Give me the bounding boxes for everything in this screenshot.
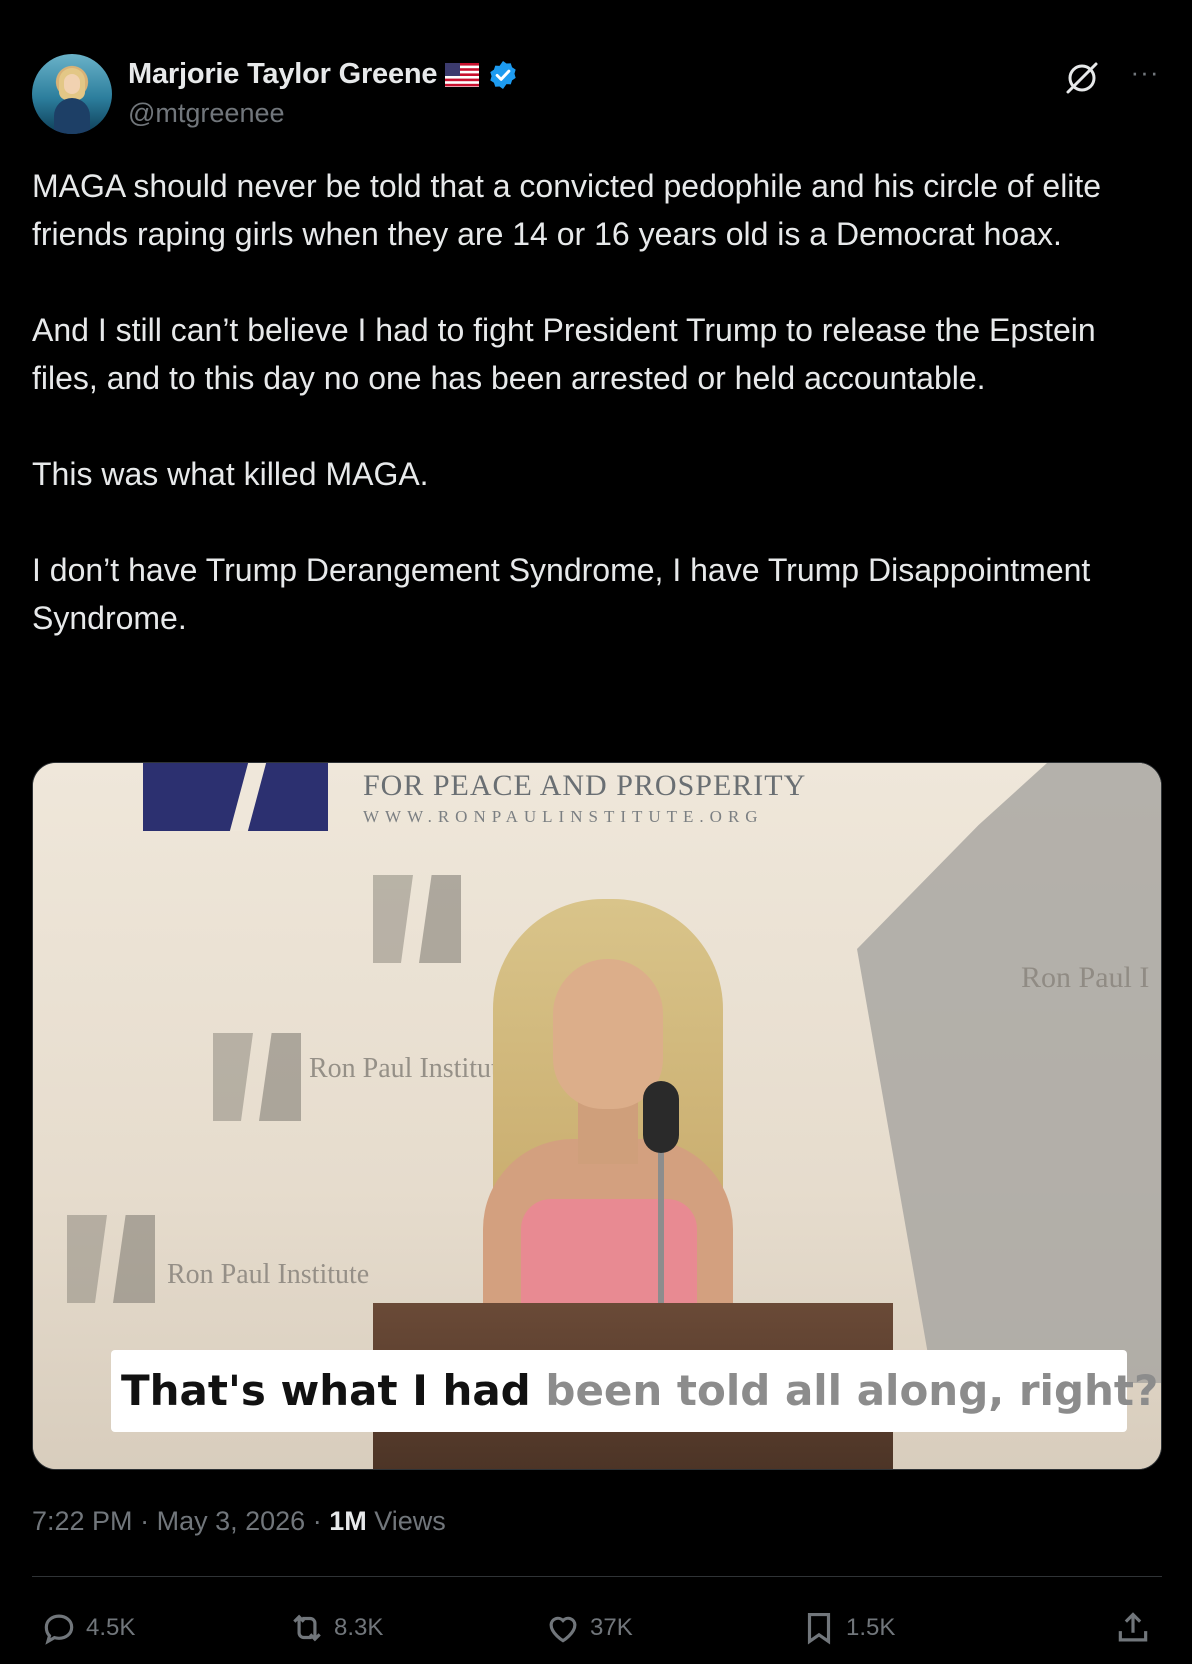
repost-count: 8.3K: [334, 1614, 384, 1641]
views-count: 1M: [329, 1506, 367, 1536]
more-options-icon[interactable]: ···: [1128, 59, 1162, 92]
us-flag-icon: [445, 62, 480, 87]
verified-badge-icon[interactable]: [487, 59, 519, 91]
ghost-label: Ron Paul I: [1021, 961, 1150, 994]
caption-spoken: That's what I had: [121, 1366, 546, 1415]
reply-count: 4.5K: [86, 1614, 136, 1641]
ghost-label: Ron Paul Institute: [167, 1259, 370, 1290]
author-handle[interactable]: @mtgreenee: [128, 98, 285, 129]
divider: [32, 1576, 1162, 1577]
caption-pending: been told all along, right?: [545, 1366, 1159, 1415]
bookmark-button[interactable]: 1.5K: [800, 1600, 895, 1656]
share-icon: [1118, 1612, 1148, 1642]
views-label: Views: [374, 1506, 446, 1536]
microphone: [643, 1081, 679, 1153]
grok-icon[interactable]: [1062, 58, 1102, 98]
ghost-logo: [213, 1033, 301, 1121]
reply-icon: [44, 1614, 74, 1645]
action-bar: 4.5K 8.3K 37K 1.5K: [32, 1600, 1162, 1656]
heart-icon: [549, 1616, 577, 1643]
tweet-paragraph: I don’t have Trump Derangement Syndrome,…: [32, 552, 1091, 636]
author-name-row: Marjorie Taylor Greene: [128, 58, 519, 91]
tweet-paragraph: This was what killed MAGA.: [32, 456, 429, 492]
like-count: 37K: [590, 1614, 633, 1641]
like-button[interactable]: 37K: [544, 1600, 633, 1656]
author-display-name[interactable]: Marjorie Taylor Greene: [128, 58, 438, 91]
tweet-meta: 7:22 PM · May 3, 2026 · 1M Views: [32, 1506, 446, 1537]
reply-button[interactable]: 4.5K: [40, 1600, 135, 1656]
tweet-time[interactable]: 7:22 PM: [32, 1506, 133, 1536]
bookmark-count: 1.5K: [846, 1614, 896, 1641]
tweet-paragraph: And I still can’t believe I had to fight…: [32, 312, 1096, 396]
author-avatar[interactable]: [32, 54, 112, 134]
video-caption: That's what I had been told all along, r…: [111, 1350, 1158, 1432]
bookmark-icon: [807, 1612, 831, 1645]
banner-title: FOR PEACE AND PROSPERITY: [363, 769, 807, 802]
institute-logo: [143, 763, 328, 831]
meta-separator: ·: [140, 1506, 150, 1536]
repost-button[interactable]: 8.3K: [288, 1600, 383, 1656]
tweet-header: Marjorie Taylor Greene @mtgreenee ···: [32, 54, 1162, 134]
banner-url: WWW.RONPAULINSTITUTE.ORG: [363, 807, 764, 826]
video-player[interactable]: FOR PEACE AND PROSPERITY WWW.RONPAULINST…: [32, 762, 1162, 1470]
repost-icon: [293, 1614, 321, 1642]
tweet-date[interactable]: May 3, 2026: [157, 1506, 306, 1536]
tweet-paragraph: MAGA should never be told that a convict…: [32, 168, 1102, 252]
share-button[interactable]: [1114, 1600, 1152, 1656]
meta-separator: ·: [312, 1506, 322, 1536]
tweet-text: MAGA should never be told that a convict…: [32, 162, 1162, 642]
ghost-logo: [67, 1215, 155, 1303]
